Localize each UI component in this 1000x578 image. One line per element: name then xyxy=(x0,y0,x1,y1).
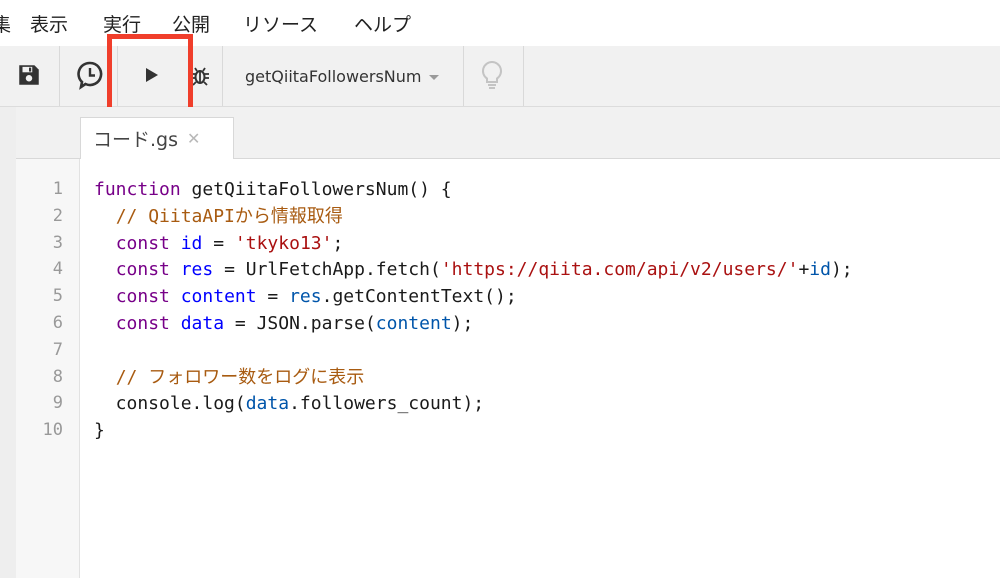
code-token: content xyxy=(375,313,452,334)
menu-item[interactable]: リソース xyxy=(243,10,318,37)
code-token: // QiitaAPIから情報取得 xyxy=(115,205,343,227)
chevron-down-icon xyxy=(429,74,440,80)
code-token: const xyxy=(115,313,170,334)
line-number: 6 xyxy=(52,313,63,333)
line-number-gutter: 1 2 3 4 5 6 7 8 9 10 xyxy=(16,159,80,578)
toolbar-separator xyxy=(222,46,223,106)
code-token: data xyxy=(180,313,225,334)
code-token: = xyxy=(256,286,290,308)
code-token: data xyxy=(245,393,290,415)
code-line: } xyxy=(94,417,105,444)
debug-bug-icon[interactable] xyxy=(185,60,215,90)
code-token: const xyxy=(115,259,170,281)
code-token: = UrlFetchApp.fetch( xyxy=(213,259,441,281)
code-editor[interactable]: function getQiitaFollowersNum() { // Qii… xyxy=(80,159,1000,578)
menu-bar: 集表示 実行 公開 リソース ヘルプ xyxy=(0,0,1000,47)
line-number: 10 xyxy=(42,420,63,441)
code-token: const xyxy=(115,232,170,254)
toolbar: getQiitaFollowersNum xyxy=(0,46,1000,107)
code-line: const content = res.getContentText(); xyxy=(94,283,517,310)
line-number: 2 xyxy=(52,205,63,226)
code-token: ; xyxy=(332,232,344,254)
run-play-icon[interactable] xyxy=(136,60,166,90)
toolbar-separator xyxy=(59,46,60,106)
code-token: = JSON.parse( xyxy=(224,313,376,334)
code-token: 'https://qiita.com/api/v2/users/' xyxy=(440,259,799,281)
code-line: const id = 'tkyko13'; xyxy=(94,230,344,257)
left-panel-strip xyxy=(0,107,16,578)
line-number: 8 xyxy=(52,366,63,387)
code-token: res xyxy=(289,286,322,308)
code-token: const xyxy=(115,286,170,308)
code-token: id xyxy=(180,232,203,254)
line-number: 3 xyxy=(52,232,63,253)
line-number: 7 xyxy=(52,339,63,360)
code-token: .getContentText(); xyxy=(321,286,517,308)
line-number: 5 xyxy=(52,286,63,307)
code-token: + xyxy=(798,259,810,281)
code-line: const data = JSON.parse(content); xyxy=(94,310,474,337)
code-token: console.log( xyxy=(94,393,246,415)
file-tab-bar: コード.gs ✕ xyxy=(16,107,1000,159)
toolbar-separator xyxy=(463,46,464,106)
code-line: const res = UrlFetchApp.fetch('https://q… xyxy=(94,256,853,283)
code-token: } xyxy=(94,420,105,442)
code-token: 'tkyko13' xyxy=(234,232,333,254)
close-icon[interactable]: ✕ xyxy=(187,129,200,148)
tab-filename: コード.gs xyxy=(93,129,178,151)
code-token: getQiitaFollowersNum() { xyxy=(180,179,452,200)
code-token: = xyxy=(202,232,235,254)
code-line: // フォロワー数をログに表示 xyxy=(94,364,365,391)
code-line: function getQiitaFollowersNum() { xyxy=(94,176,452,203)
tab-code-gs[interactable]: コード.gs ✕ xyxy=(80,117,234,159)
triggers-clock-icon[interactable] xyxy=(75,60,105,90)
code-token: // フォロワー数をログに表示 xyxy=(115,366,365,388)
line-number: 4 xyxy=(52,259,63,280)
toolbar-separator xyxy=(117,46,118,106)
code-token: .followers_count); xyxy=(289,393,485,415)
code-token: res xyxy=(180,259,214,281)
function-select-dropdown[interactable]: getQiitaFollowersNum xyxy=(236,46,462,106)
menu-item[interactable]: 表示 xyxy=(30,10,68,37)
code-token: ); xyxy=(830,259,853,281)
code-token: function xyxy=(94,179,181,200)
menu-item[interactable]: 公開 xyxy=(172,10,210,37)
code-line: console.log(data.followers_count); xyxy=(94,390,484,417)
menu-item[interactable]: ヘルプ xyxy=(354,10,411,37)
save-icon[interactable] xyxy=(14,60,44,90)
code-token: id xyxy=(809,259,831,281)
menu-item[interactable]: 集 xyxy=(0,10,11,37)
line-number: 9 xyxy=(52,393,63,414)
lightbulb-icon[interactable] xyxy=(477,60,507,90)
line-number: 1 xyxy=(52,179,63,199)
code-token: content xyxy=(180,286,257,308)
function-select-label: getQiitaFollowersNum xyxy=(245,66,422,86)
menu-item[interactable]: 実行 xyxy=(103,10,141,37)
code-token: ); xyxy=(451,313,474,334)
code-line: // QiitaAPIから情報取得 xyxy=(94,203,343,230)
toolbar-separator xyxy=(523,46,524,106)
